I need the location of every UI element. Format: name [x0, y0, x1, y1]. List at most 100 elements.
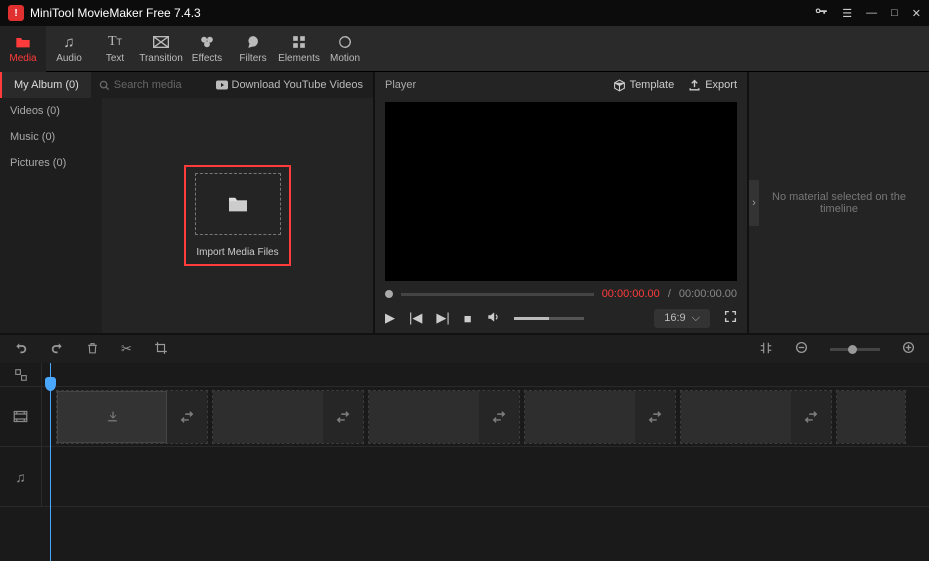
sidebar-tab-myalbum[interactable]: My Album (0): [0, 72, 91, 98]
media-pane: My Album (0) Search media Download YouTu…: [0, 72, 375, 333]
volume-slider[interactable]: [514, 317, 584, 320]
video-track[interactable]: [42, 387, 929, 446]
swap-icon: [180, 410, 194, 424]
stop-button[interactable]: ■: [464, 311, 472, 326]
inspector-empty-text: No material selected on the timeline: [749, 191, 929, 215]
menu-icon[interactable]: ☰: [842, 7, 852, 20]
inspector-collapse-handle[interactable]: ›: [749, 180, 759, 226]
timeline-ruler-head[interactable]: [0, 363, 42, 386]
play-button[interactable]: ▶: [385, 310, 395, 326]
import-media-label: Import Media Files: [196, 247, 278, 258]
search-media[interactable]: Search media: [91, 79, 206, 91]
timeline-ruler[interactable]: [42, 363, 929, 386]
tab-text-label: Text: [106, 53, 124, 64]
swap-icon: [336, 410, 350, 424]
aspect-ratio-label: 16:9: [664, 312, 685, 324]
tab-effects-label: Effects: [192, 53, 222, 64]
export-button[interactable]: Export: [688, 79, 737, 92]
effects-icon: [200, 33, 214, 51]
player-title: Player: [385, 79, 599, 91]
search-icon: [99, 80, 110, 91]
chevron-down-icon: ⌵: [692, 312, 700, 325]
folder-icon: [227, 195, 249, 213]
audio-track-head[interactable]: ♫: [0, 447, 42, 506]
clip-slot[interactable]: [212, 390, 364, 444]
key-icon[interactable]: [814, 5, 828, 22]
motion-icon: [338, 33, 352, 51]
prev-button[interactable]: |◀: [409, 310, 422, 326]
template-icon: [613, 79, 626, 92]
tab-motion-label: Motion: [330, 53, 360, 64]
audio-track[interactable]: [42, 447, 929, 506]
scrub-handle[interactable]: [385, 290, 393, 298]
download-youtube-label: Download YouTube Videos: [232, 79, 364, 91]
tab-text[interactable]: TT Text: [92, 26, 138, 72]
sidebar-item-pictures[interactable]: Pictures (0): [0, 150, 102, 176]
undo-button[interactable]: [14, 341, 28, 358]
volume-icon[interactable]: [486, 310, 500, 327]
app-logo: !: [8, 5, 24, 21]
filters-icon: [246, 33, 260, 51]
tab-transition-label: Transition: [139, 53, 183, 64]
video-track-head[interactable]: [0, 387, 42, 446]
player-pane: Player Template Export 00:00:00.00 / 00:…: [375, 72, 749, 333]
export-label: Export: [705, 79, 737, 91]
swap-icon: [492, 410, 506, 424]
template-button[interactable]: Template: [613, 79, 675, 92]
sidebar-item-videos[interactable]: Videos (0): [0, 98, 102, 124]
download-youtube-button[interactable]: Download YouTube Videos: [206, 79, 374, 91]
search-placeholder: Search media: [114, 79, 182, 91]
playhead[interactable]: [50, 363, 51, 561]
app-title: MiniTool MovieMaker Free 7.4.3: [30, 6, 814, 20]
redo-button[interactable]: [50, 341, 64, 358]
zoom-out-button[interactable]: [795, 341, 808, 357]
clip-slot[interactable]: [836, 390, 906, 444]
elements-icon: [292, 33, 306, 51]
clip-slot[interactable]: [368, 390, 520, 444]
tab-effects[interactable]: Effects: [184, 26, 230, 72]
zoom-slider[interactable]: [830, 348, 880, 351]
maximize-button[interactable]: □: [891, 7, 898, 19]
tab-transition[interactable]: Transition: [138, 26, 184, 72]
title-bar: ! MiniTool MovieMaker Free 7.4.3 ☰ — □ ✕: [0, 0, 929, 26]
tab-audio[interactable]: ♫ Audio: [46, 26, 92, 72]
swap-icon: [648, 410, 662, 424]
media-drop-area[interactable]: Import Media Files: [102, 98, 373, 333]
scrub-track[interactable]: [401, 293, 594, 296]
tab-media-label: Media: [9, 53, 36, 64]
transition-icon: [153, 33, 169, 51]
minimize-button[interactable]: —: [866, 7, 877, 19]
fullscreen-button[interactable]: [724, 310, 737, 326]
timecode-total: 00:00:00.00: [679, 288, 737, 300]
clip-slot[interactable]: [524, 390, 676, 444]
swap-icon: [804, 410, 818, 424]
music-note-icon: ♫: [63, 33, 74, 51]
crop-button[interactable]: [154, 341, 168, 358]
split-button[interactable]: ✂: [121, 341, 132, 357]
tab-audio-label: Audio: [56, 53, 82, 64]
tab-filters[interactable]: Filters: [230, 26, 276, 72]
aspect-ratio-select[interactable]: 16:9 ⌵: [654, 309, 710, 328]
youtube-icon: [216, 80, 228, 90]
zoom-in-button[interactable]: [902, 341, 915, 357]
timecode-sep: /: [668, 288, 671, 300]
timeline[interactable]: ♫: [0, 363, 929, 561]
tab-media[interactable]: Media: [0, 26, 46, 72]
tab-filters-label: Filters: [239, 53, 266, 64]
timecode-current: 00:00:00.00: [602, 288, 660, 300]
text-icon: TT: [108, 33, 122, 51]
video-preview[interactable]: [385, 102, 737, 281]
close-button[interactable]: ✕: [912, 7, 921, 20]
sidebar-item-music[interactable]: Music (0): [0, 124, 102, 150]
clip-slot[interactable]: [680, 390, 832, 444]
delete-button[interactable]: [86, 341, 99, 358]
auto-fit-button[interactable]: [759, 341, 773, 358]
timeline-toolbar: ✂: [0, 333, 929, 363]
inspector-pane: › No material selected on the timeline: [749, 72, 929, 333]
clip-slot[interactable]: [56, 390, 208, 444]
next-button[interactable]: ▶|: [436, 310, 449, 326]
import-media-box[interactable]: Import Media Files: [184, 165, 291, 266]
tab-elements-label: Elements: [278, 53, 320, 64]
tab-elements[interactable]: Elements: [276, 26, 322, 72]
tab-motion[interactable]: Motion: [322, 26, 368, 72]
